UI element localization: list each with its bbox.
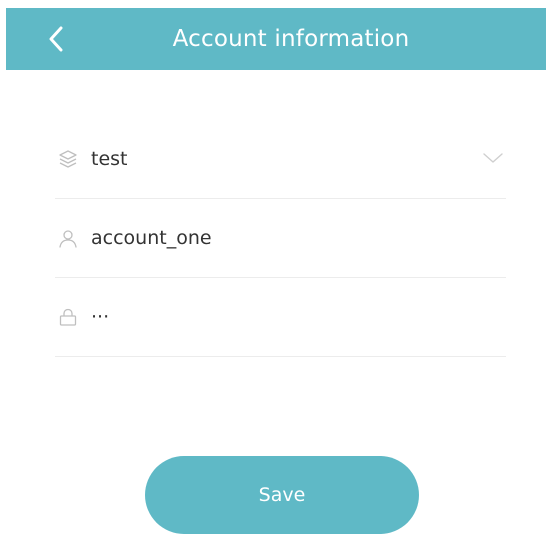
- save-button[interactable]: Save: [145, 456, 419, 534]
- password-input[interactable]: [91, 306, 451, 328]
- top-bar: Account information: [6, 8, 546, 70]
- chevron-down-icon[interactable]: [482, 150, 504, 166]
- back-button[interactable]: [36, 8, 76, 70]
- page-title: Account information: [172, 26, 410, 52]
- layers-icon: [57, 148, 79, 170]
- account-input[interactable]: [91, 227, 451, 249]
- group-value: test: [91, 148, 128, 170]
- account-form: test: [55, 120, 506, 357]
- account-field[interactable]: [55, 199, 506, 278]
- group-select[interactable]: test: [55, 120, 506, 199]
- chevron-left-icon: [49, 26, 63, 52]
- password-field[interactable]: [55, 278, 506, 357]
- user-icon: [57, 227, 79, 249]
- lock-icon: [57, 306, 79, 328]
